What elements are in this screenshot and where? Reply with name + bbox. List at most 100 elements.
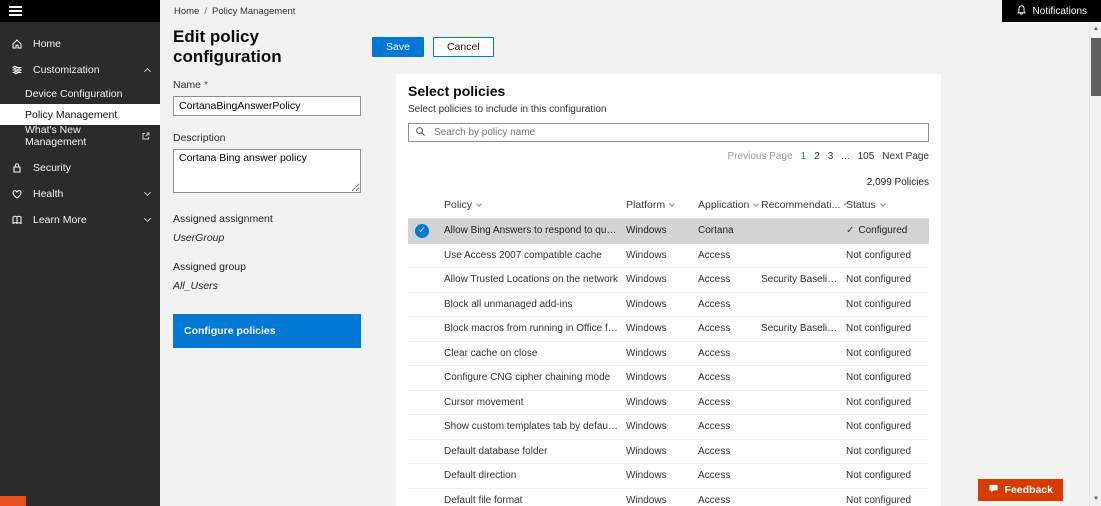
cell-status: Not configured	[846, 299, 929, 310]
breadcrumb-home-link[interactable]: Home	[174, 6, 199, 17]
cell-policy: Allow Bing Answers to respond to questio…	[444, 225, 626, 236]
vertical-scrollbar[interactable]: ▲ ▼	[1089, 22, 1101, 506]
cell-policy: Block all unmanaged add-ins	[444, 299, 626, 310]
row-select-cell[interactable]: ✓	[408, 224, 444, 238]
sidebar-item-label: What's New Management	[25, 124, 133, 148]
sidebar-item-label: Health	[33, 188, 63, 200]
sidebar: Home Customization Device Configuration …	[0, 22, 160, 506]
cell-recommendation: Security Baseline	[761, 323, 846, 334]
cell-application: Access	[698, 348, 761, 359]
cell-status: Not configured	[846, 372, 929, 383]
cell-status: Not configured	[846, 348, 929, 359]
cancel-button[interactable]: Cancel	[433, 37, 494, 57]
scrollbar-thumb[interactable]	[1091, 38, 1101, 96]
table-row[interactable]: Block all unmanaged add-insWindowsAccess…	[408, 293, 929, 318]
name-input[interactable]	[173, 96, 361, 116]
hamburger-menu-icon[interactable]	[9, 6, 22, 16]
cell-application: Access	[698, 299, 761, 310]
column-header-status[interactable]: Status	[846, 199, 929, 211]
column-label: Platform	[626, 199, 665, 211]
cell-status: Not configured	[846, 421, 929, 432]
policy-search[interactable]	[408, 123, 929, 142]
column-label: Status	[846, 199, 876, 211]
cell-application: Access	[698, 250, 761, 261]
table-row[interactable]: ✓ Allow Bing Answers to respond to questi…	[408, 219, 929, 244]
sidebar-item-learn-more[interactable]: Learn More	[0, 207, 160, 233]
table-row[interactable]: Allow Trusted Locations on the networkWi…	[408, 268, 929, 293]
previous-page-button[interactable]: Previous Page	[728, 151, 793, 162]
cell-platform: Windows	[626, 495, 698, 506]
cell-application: Access	[698, 495, 761, 506]
cell-platform: Windows	[626, 323, 698, 334]
cell-status: Not configured	[846, 470, 929, 481]
table-row[interactable]: Configure CNG cipher chaining modeWindow…	[408, 366, 929, 391]
configure-policies-button[interactable]: Configure policies	[173, 314, 361, 348]
sidebar-item-label: Learn More	[33, 214, 87, 226]
page-number-button[interactable]: 1	[801, 151, 807, 162]
table-row[interactable]: Show custom templates tab by default in …	[408, 415, 929, 440]
sidebar-item-customization[interactable]: Customization	[0, 57, 160, 83]
pagination: Previous Page 123... 105 Next Page	[408, 151, 929, 162]
column-header-recommendation[interactable]: Recommendati...	[761, 199, 846, 211]
main-content: Edit policy configuration Save Cancel Na…	[160, 22, 1089, 506]
cell-platform: Windows	[626, 372, 698, 383]
sidebar-item-security[interactable]: Security	[0, 155, 160, 181]
assigned-assignment-label: Assigned assignment	[173, 213, 361, 225]
sidebar-item-whats-new-management[interactable]: What's New Management	[0, 125, 160, 146]
panel-title: Select policies	[408, 83, 929, 99]
selected-check-icon[interactable]: ✓	[415, 224, 429, 238]
table-row[interactable]: Default database folderWindowsAccessNot …	[408, 440, 929, 465]
table-row[interactable]: Block macros from running in Office file…	[408, 317, 929, 342]
sidebar-item-device-configuration[interactable]: Device Configuration	[0, 83, 160, 104]
sidebar-item-health[interactable]: Health	[0, 181, 160, 207]
column-header-policy[interactable]: Policy	[444, 199, 626, 211]
notifications-button[interactable]: Notifications	[1002, 0, 1101, 22]
table-row[interactable]: Clear cache on closeWindowsAccessNot con…	[408, 342, 929, 367]
scroll-up-arrow-icon[interactable]: ▲	[1090, 26, 1101, 32]
page-number-button[interactable]: 3	[828, 151, 834, 162]
home-icon	[10, 38, 24, 50]
sort-chevron-icon	[754, 201, 760, 207]
description-label: Description	[173, 132, 361, 144]
cell-platform: Windows	[626, 225, 698, 236]
corner-accent	[0, 496, 26, 506]
breadcrumb-separator: /	[204, 6, 207, 17]
column-header-platform[interactable]: Platform	[626, 199, 698, 211]
chevron-up-icon	[144, 68, 151, 75]
column-header-application[interactable]: Application	[698, 199, 761, 211]
policy-search-input[interactable]	[432, 126, 922, 139]
save-button[interactable]: Save	[372, 37, 424, 57]
cell-status: Not configured	[846, 323, 929, 334]
sidebar-item-home[interactable]: Home	[0, 31, 160, 57]
bell-icon	[1016, 4, 1027, 19]
table-row[interactable]: Default file formatWindowsAccessNot conf…	[408, 489, 929, 506]
page-number-button[interactable]: 2	[814, 151, 820, 162]
sort-chevron-icon	[476, 201, 482, 207]
cell-platform: Windows	[626, 274, 698, 285]
cell-policy: Use Access 2007 compatible cache	[444, 250, 626, 261]
table-row[interactable]: Cursor movementWindowsAccessNot configur…	[408, 391, 929, 416]
name-label: Name *	[173, 79, 361, 91]
page-number-button[interactable]: 105	[858, 151, 875, 162]
description-input[interactable]: Cortana Bing answer policy	[173, 149, 361, 193]
cell-application: Access	[698, 421, 761, 432]
cell-application: Cortana	[698, 225, 761, 236]
feedback-button[interactable]: Feedback	[978, 479, 1063, 501]
sidebar-item-policy-management[interactable]: Policy Management	[0, 104, 160, 125]
sidebar-item-label: Device Configuration	[25, 88, 122, 100]
cell-application: Access	[698, 470, 761, 481]
next-page-button[interactable]: Next Page	[882, 151, 929, 162]
table-row[interactable]: Use Access 2007 compatible cacheWindowsA…	[408, 244, 929, 269]
page-ellipsis: ...	[841, 151, 849, 162]
assigned-assignment-value: UserGroup	[173, 232, 361, 244]
cell-status: Not configured	[846, 250, 929, 261]
assigned-group-label: Assigned group	[173, 261, 361, 273]
cell-status: Not configured	[846, 495, 929, 506]
customization-icon	[10, 64, 24, 76]
table-body: ✓ Allow Bing Answers to respond to questi…	[408, 219, 929, 506]
cell-status: Not configured	[846, 446, 929, 457]
scroll-down-arrow-icon[interactable]: ▼	[1090, 496, 1101, 502]
table-row[interactable]: Default directionWindowsAccessNot config…	[408, 464, 929, 489]
cell-policy: Default database folder	[444, 446, 626, 457]
cell-platform: Windows	[626, 397, 698, 408]
